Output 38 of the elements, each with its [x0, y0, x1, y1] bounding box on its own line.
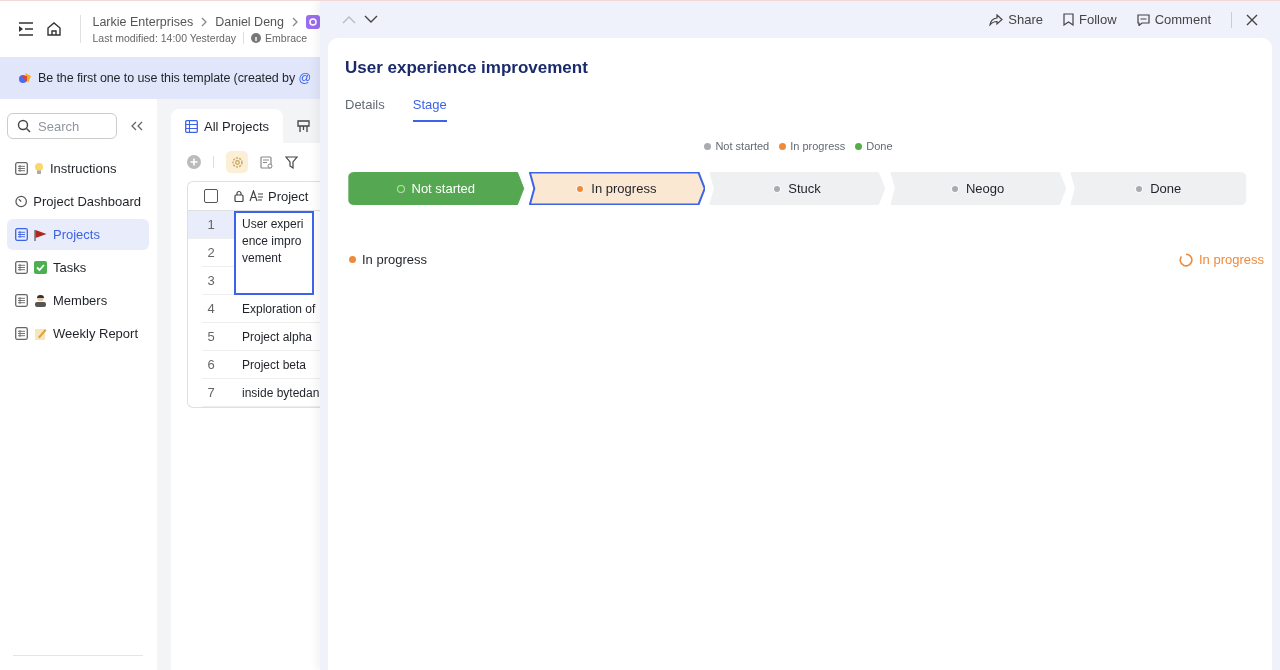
sidebar-item[interactable]: Weekly Report	[7, 318, 149, 349]
column-header[interactable]: Project	[268, 188, 309, 204]
tab[interactable]: Details	[345, 97, 385, 122]
stage-step[interactable]: Neogo	[889, 172, 1067, 205]
row-number: 3	[202, 267, 234, 295]
legend-label: In progress	[790, 140, 846, 152]
legend-label: Done	[866, 140, 893, 152]
stage-step[interactable]: Stuck	[709, 172, 886, 205]
sidebar-item[interactable]: Instructions	[7, 153, 149, 184]
comment-button[interactable]: Comment	[1130, 12, 1217, 27]
row-number: 6	[202, 351, 234, 379]
sidebar-item[interactable]: Projects	[7, 219, 149, 250]
row-number: 4	[202, 295, 234, 323]
sidebar-item[interactable]: Tasks	[7, 252, 149, 283]
legend-label: Not started	[715, 140, 770, 152]
share-button[interactable]: Share	[983, 12, 1050, 27]
record-title: User experience improvement	[345, 58, 589, 78]
status-text: In progress	[1198, 252, 1264, 267]
row-number: 5	[202, 323, 234, 351]
table-cell[interactable]: User experience improvement	[234, 211, 314, 295]
search-field[interactable]: Search	[7, 113, 117, 139]
follow-button[interactable]: Follow	[1057, 12, 1123, 27]
tab[interactable]: Stage	[412, 97, 447, 122]
view-tab[interactable]: All Projects	[171, 109, 284, 143]
breadcrumb-link[interactable]: Daniel Deng	[215, 14, 284, 29]
last-modified-text: Last modified: 14:00 Yesterday	[92, 31, 237, 44]
banner-text: Be the first one to use this template (created by @	[38, 71, 311, 85]
row-number: 2	[202, 239, 234, 267]
sidebar-item[interactable]: Members	[7, 285, 149, 316]
mention-link[interactable]: @	[298, 71, 311, 85]
stage-step[interactable]: In progress	[528, 172, 706, 205]
row-number: 1	[188, 211, 234, 239]
stage-step[interactable]: Done	[1070, 172, 1247, 205]
current-stage-label: In progress	[362, 252, 428, 267]
sidebar-item[interactable]: Project Dashboard	[7, 186, 149, 217]
row-number: 7	[202, 379, 234, 407]
info-text: Embrace	[265, 31, 308, 44]
breadcrumb-link[interactable]: Larkie Enterprises	[92, 14, 194, 29]
